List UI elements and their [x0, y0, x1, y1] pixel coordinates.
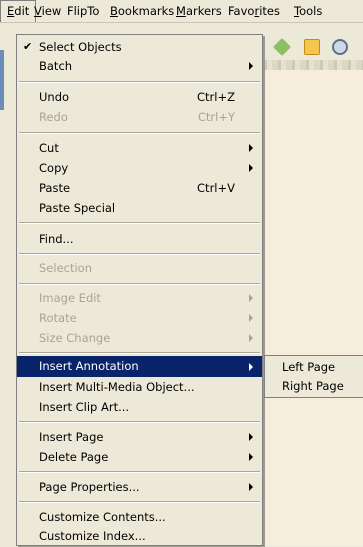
- menu-item-label: Size Change: [39, 331, 111, 345]
- submenu-arrow-icon: [249, 453, 253, 461]
- menu-separator: [19, 352, 260, 354]
- submenu-arrow-icon: [249, 433, 253, 441]
- menu-bar: Edit View FlipTo Bookmarks Markers Favor…: [0, 0, 363, 23]
- menu-separator: [19, 253, 260, 255]
- menu-markers[interactable]: Markers: [170, 0, 228, 22]
- menu-item-label: Cut: [39, 141, 59, 155]
- menu-separator: [19, 222, 260, 224]
- menu-markers-accel: M: [176, 4, 186, 18]
- menu-item-page-properties[interactable]: Page Properties...: [17, 476, 262, 498]
- menu-separator: [19, 132, 260, 134]
- menu-separator: [19, 81, 260, 83]
- menu-tools[interactable]: Tools: [288, 0, 328, 22]
- menu-item-label: Customize Index...: [39, 529, 146, 543]
- submenu-arrow-icon: [249, 164, 253, 172]
- menu-separator: [19, 501, 260, 503]
- toolbar: [258, 34, 363, 60]
- menu-item-size-change: Size Change: [17, 327, 262, 349]
- menu-item-shortcut: Ctrl+Z: [197, 90, 235, 104]
- menu-separator: [19, 421, 260, 423]
- menu-bookmarks[interactable]: Bookmarks: [104, 0, 180, 22]
- submenu-arrow-icon: [249, 363, 253, 371]
- tag-icon[interactable]: [272, 37, 292, 57]
- menu-item-batch[interactable]: Batch: [17, 55, 262, 77]
- menu-item-label: Image Edit: [39, 291, 101, 305]
- menu-item-label: Copy: [39, 161, 69, 175]
- menu-item-label: Paste: [39, 181, 71, 195]
- menu-item-label: Rotate: [39, 311, 77, 325]
- menu-item-delete-page[interactable]: Delete Page: [17, 446, 262, 468]
- menu-item-rotate: Rotate: [17, 307, 262, 329]
- menu-item-image-edit: Image Edit: [17, 287, 262, 309]
- window-edge: [0, 50, 4, 110]
- menu-item-cut[interactable]: Cut: [17, 137, 262, 159]
- menu-item-label: Insert Multi-Media Object...: [39, 380, 195, 394]
- menu-favorites-label: ites: [259, 4, 280, 18]
- menu-bookmarks-label: ookmarks: [117, 4, 175, 18]
- menu-favorites[interactable]: Favorites: [222, 0, 286, 22]
- menu-item-shortcut: Ctrl+Y: [197, 110, 235, 124]
- menu-item-label: Find...: [39, 232, 74, 246]
- menu-item-label: Insert Annotation: [39, 359, 139, 373]
- submenu-arrow-icon: [249, 294, 253, 302]
- menu-separator: [19, 283, 260, 285]
- menu-view-accel: V: [34, 4, 42, 18]
- menu-item-shortcut: Ctrl+V: [197, 181, 235, 195]
- menu-item-insert-page[interactable]: Insert Page: [17, 426, 262, 448]
- menu-item-label: Page Properties...: [39, 480, 140, 494]
- menu-item-paste[interactable]: Paste Ctrl+V: [17, 177, 262, 199]
- submenu-arrow-icon: [249, 334, 253, 342]
- edit-menu-dropdown: ✔ Select Objects Batch Undo Ctrl+Z Redo …: [16, 34, 263, 546]
- grid-icon[interactable]: [304, 39, 320, 55]
- menu-bookmarks-accel: B: [110, 4, 118, 18]
- submenu-item-right-page[interactable]: Right Page: [265, 376, 363, 396]
- menu-separator: [19, 471, 260, 473]
- submenu-arrow-icon: [249, 314, 253, 322]
- menu-tools-label: ools: [299, 4, 323, 18]
- toolbar-band: [258, 60, 363, 70]
- menu-item-undo[interactable]: Undo Ctrl+Z: [17, 86, 262, 108]
- menu-view-label: iew: [41, 4, 62, 18]
- disc-icon[interactable]: [332, 39, 348, 55]
- submenu-arrow-icon: [249, 62, 253, 70]
- submenu-item-left-page[interactable]: Left Page: [265, 357, 363, 377]
- menu-item-label: Paste Special: [39, 201, 116, 215]
- menu-favorites-label-pre: Favo: [228, 4, 255, 18]
- submenu-arrow-icon: [249, 483, 253, 491]
- menu-item-label: Undo: [39, 90, 70, 104]
- menu-item-customize-index[interactable]: Customize Index...: [17, 525, 262, 547]
- menu-item-label: Batch: [39, 59, 73, 73]
- menu-item-label: Redo: [39, 110, 68, 124]
- submenu-arrow-icon: [249, 144, 253, 152]
- insert-annotation-submenu: Left Page Right Page: [264, 355, 363, 398]
- submenu-item-label: Left Page: [282, 360, 336, 374]
- menu-item-selection: Selection: [17, 257, 262, 279]
- menu-item-label: Insert Clip Art...: [39, 400, 130, 414]
- menu-item-insert-clip-art[interactable]: Insert Clip Art...: [17, 396, 262, 418]
- menu-item-redo: Redo Ctrl+Y: [17, 106, 262, 128]
- menu-item-paste-special[interactable]: Paste Special: [17, 197, 262, 219]
- menu-item-insert-annotation[interactable]: Insert Annotation: [17, 356, 262, 377]
- submenu-item-label: Right Page: [282, 379, 344, 393]
- menu-flipto[interactable]: FlipTo: [61, 0, 105, 22]
- menu-item-label: Selection: [39, 261, 92, 275]
- menu-item-copy[interactable]: Copy: [17, 157, 262, 179]
- document-area: [258, 70, 363, 546]
- menu-markers-label: arkers: [185, 4, 222, 18]
- menu-item-label: Delete Page: [39, 450, 109, 464]
- menu-item-find[interactable]: Find...: [17, 228, 262, 250]
- menu-item-label: Insert Page: [39, 430, 104, 444]
- menu-flipto-label: FlipTo: [67, 4, 100, 18]
- menu-item-insert-multimedia[interactable]: Insert Multi-Media Object...: [17, 376, 262, 398]
